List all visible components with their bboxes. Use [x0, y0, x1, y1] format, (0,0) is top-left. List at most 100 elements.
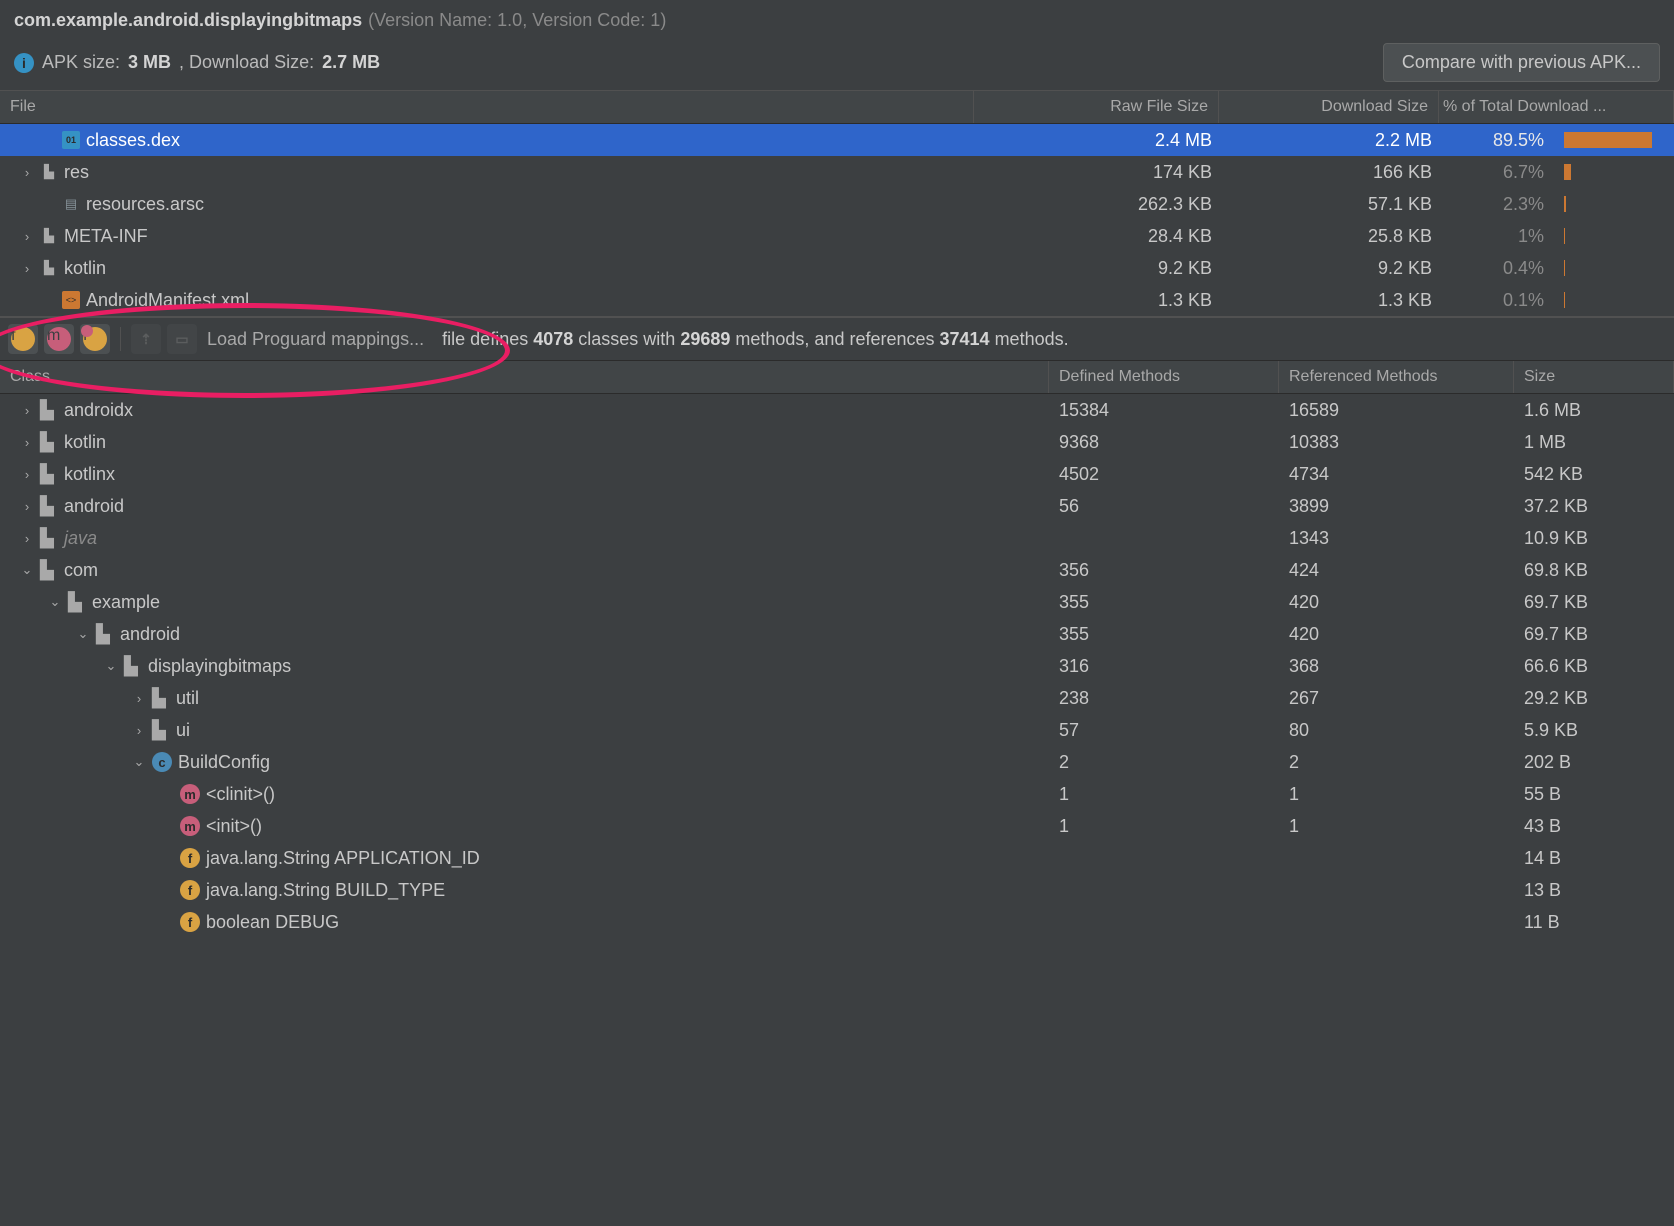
class-name: android	[120, 624, 180, 645]
show-bytecode-button[interactable]: ▭	[167, 324, 197, 354]
col-size[interactable]: Size	[1514, 361, 1674, 393]
expand-arrow-icon[interactable]: ⌄	[76, 626, 90, 642]
expand-arrow-icon[interactable]: ⌄	[132, 754, 146, 770]
class-name: kotlinx	[64, 464, 115, 485]
dex-summary: file defines 4078 classes with 29689 met…	[442, 329, 1068, 350]
col-percent[interactable]: % of Total Download ...	[1439, 91, 1674, 123]
col-defined-methods[interactable]: Defined Methods	[1049, 361, 1279, 393]
percent-value: 0.4%	[1442, 258, 1554, 279]
download-size: 2.2 MB	[1222, 130, 1442, 151]
class-row[interactable]: ›▙android56389937.2 KB	[0, 490, 1674, 522]
package-icon: ▙	[152, 688, 170, 709]
class-row[interactable]: m<init>()1143 B	[0, 810, 1674, 842]
percent-bar	[1554, 132, 1674, 148]
percent-value: 0.1%	[1442, 290, 1554, 311]
expand-arrow-icon[interactable]: ›	[20, 403, 34, 418]
class-name: <clinit>()	[206, 784, 275, 805]
download-size: 1.3 KB	[1222, 290, 1442, 311]
file-row[interactable]: ▤resources.arsc262.3 KB57.1 KB2.3%	[0, 188, 1674, 220]
package-icon: ▙	[40, 400, 58, 421]
class-row[interactable]: ›▙ui57805.9 KB	[0, 714, 1674, 746]
expand-arrow-icon[interactable]: ›	[20, 531, 34, 546]
expand-arrow-icon[interactable]: ⌄	[104, 658, 118, 674]
class-icon: c	[152, 752, 172, 772]
class-size: 5.9 KB	[1514, 720, 1674, 741]
expand-arrow-icon[interactable]: ›	[20, 229, 34, 244]
expand-arrow-icon[interactable]: ›	[20, 499, 34, 514]
defined-methods: 56	[1049, 496, 1279, 517]
percent-value: 6.7%	[1442, 162, 1554, 183]
percent-value: 89.5%	[1442, 130, 1554, 151]
referenced-methods: 1	[1279, 816, 1514, 837]
referenced-methods: 1	[1279, 784, 1514, 805]
expand-arrow-icon[interactable]: ›	[20, 261, 34, 276]
class-row[interactable]: ›▙util23826729.2 KB	[0, 682, 1674, 714]
class-size: 10.9 KB	[1514, 528, 1674, 549]
file-row[interactable]: <>AndroidManifest.xml1.3 KB1.3 KB0.1%	[0, 284, 1674, 316]
download-size: 25.8 KB	[1222, 226, 1442, 247]
defined-methods: 355	[1049, 592, 1279, 613]
defined-methods: 2	[1049, 752, 1279, 773]
filter-all-button[interactable]: f	[80, 324, 110, 354]
col-class[interactable]: Class	[0, 361, 1049, 393]
expand-arrow-icon[interactable]: ⌄	[20, 562, 34, 578]
raw-size: 174 KB	[977, 162, 1222, 183]
expand-arrow-icon[interactable]: ›	[132, 723, 146, 738]
method-icon: m	[180, 784, 200, 804]
class-row[interactable]: m<clinit>()1155 B	[0, 778, 1674, 810]
class-size: 69.8 KB	[1514, 560, 1674, 581]
class-row[interactable]: ⌄▙android35542069.7 KB	[0, 618, 1674, 650]
defined-methods: 316	[1049, 656, 1279, 677]
file-row[interactable]: 01classes.dex2.4 MB2.2 MB89.5%	[0, 124, 1674, 156]
class-size: 29.2 KB	[1514, 688, 1674, 709]
file-row[interactable]: ›▙res174 KB166 KB6.7%	[0, 156, 1674, 188]
package-icon: ▙	[124, 656, 142, 677]
file-row[interactable]: ›▙kotlin9.2 KB9.2 KB0.4%	[0, 252, 1674, 284]
col-raw-size[interactable]: Raw File Size	[974, 91, 1219, 123]
expand-arrow-icon[interactable]: ›	[132, 691, 146, 706]
class-row[interactable]: fboolean DEBUG11 B	[0, 906, 1674, 938]
file-name: kotlin	[64, 258, 106, 279]
class-row[interactable]: ⌄cBuildConfig22202 B	[0, 746, 1674, 778]
expand-arrow-icon[interactable]: ›	[20, 165, 34, 180]
referenced-methods: 368	[1279, 656, 1514, 677]
dex-toolbar: f m f ⇡ ▭ Load Proguard mappings... file…	[0, 316, 1674, 361]
class-row[interactable]: ›▙kotlin9368103831 MB	[0, 426, 1674, 458]
compare-apk-button[interactable]: Compare with previous APK...	[1383, 43, 1660, 82]
class-row[interactable]: ⌄▙com35642469.8 KB	[0, 554, 1674, 586]
load-proguard-button[interactable]: Load Proguard mappings...	[207, 329, 424, 350]
class-row[interactable]: fjava.lang.String APPLICATION_ID14 B	[0, 842, 1674, 874]
class-name: com	[64, 560, 98, 581]
package-icon: ▙	[96, 624, 114, 645]
class-row[interactable]: ›▙kotlinx45024734542 KB	[0, 458, 1674, 490]
referenced-methods: 4734	[1279, 464, 1514, 485]
folder-icon: ▙	[40, 227, 58, 245]
info-icon: i	[14, 53, 34, 73]
file-name: resources.arsc	[86, 194, 204, 215]
nav-up-button[interactable]: ⇡	[131, 324, 161, 354]
file-row[interactable]: ›▙META-INF28.4 KB25.8 KB1%	[0, 220, 1674, 252]
class-size: 11 B	[1514, 912, 1674, 933]
filter-fields-button[interactable]: f	[8, 324, 38, 354]
defined-methods: 15384	[1049, 400, 1279, 421]
folder-icon: ▙	[40, 163, 58, 181]
class-row[interactable]: ⌄▙example35542069.7 KB	[0, 586, 1674, 618]
raw-size: 1.3 KB	[977, 290, 1222, 311]
file-table-header: File Raw File Size Download Size % of To…	[0, 90, 1674, 124]
class-row[interactable]: fjava.lang.String BUILD_TYPE13 B	[0, 874, 1674, 906]
class-size: 13 B	[1514, 880, 1674, 901]
folder-icon: ▙	[40, 259, 58, 277]
class-row[interactable]: ›▙java134310.9 KB	[0, 522, 1674, 554]
col-download-size[interactable]: Download Size	[1219, 91, 1439, 123]
expand-arrow-icon[interactable]: ›	[20, 435, 34, 450]
apk-size-label: APK size:	[42, 52, 120, 73]
percent-bar	[1554, 164, 1674, 180]
class-row[interactable]: ⌄▙displayingbitmaps31636866.6 KB	[0, 650, 1674, 682]
col-file[interactable]: File	[0, 91, 974, 123]
expand-arrow-icon[interactable]: ⌄	[48, 594, 62, 610]
raw-size: 262.3 KB	[977, 194, 1222, 215]
expand-arrow-icon[interactable]: ›	[20, 467, 34, 482]
col-referenced-methods[interactable]: Referenced Methods	[1279, 361, 1514, 393]
class-row[interactable]: ›▙androidx15384165891.6 MB	[0, 394, 1674, 426]
filter-methods-button[interactable]: m	[44, 324, 74, 354]
